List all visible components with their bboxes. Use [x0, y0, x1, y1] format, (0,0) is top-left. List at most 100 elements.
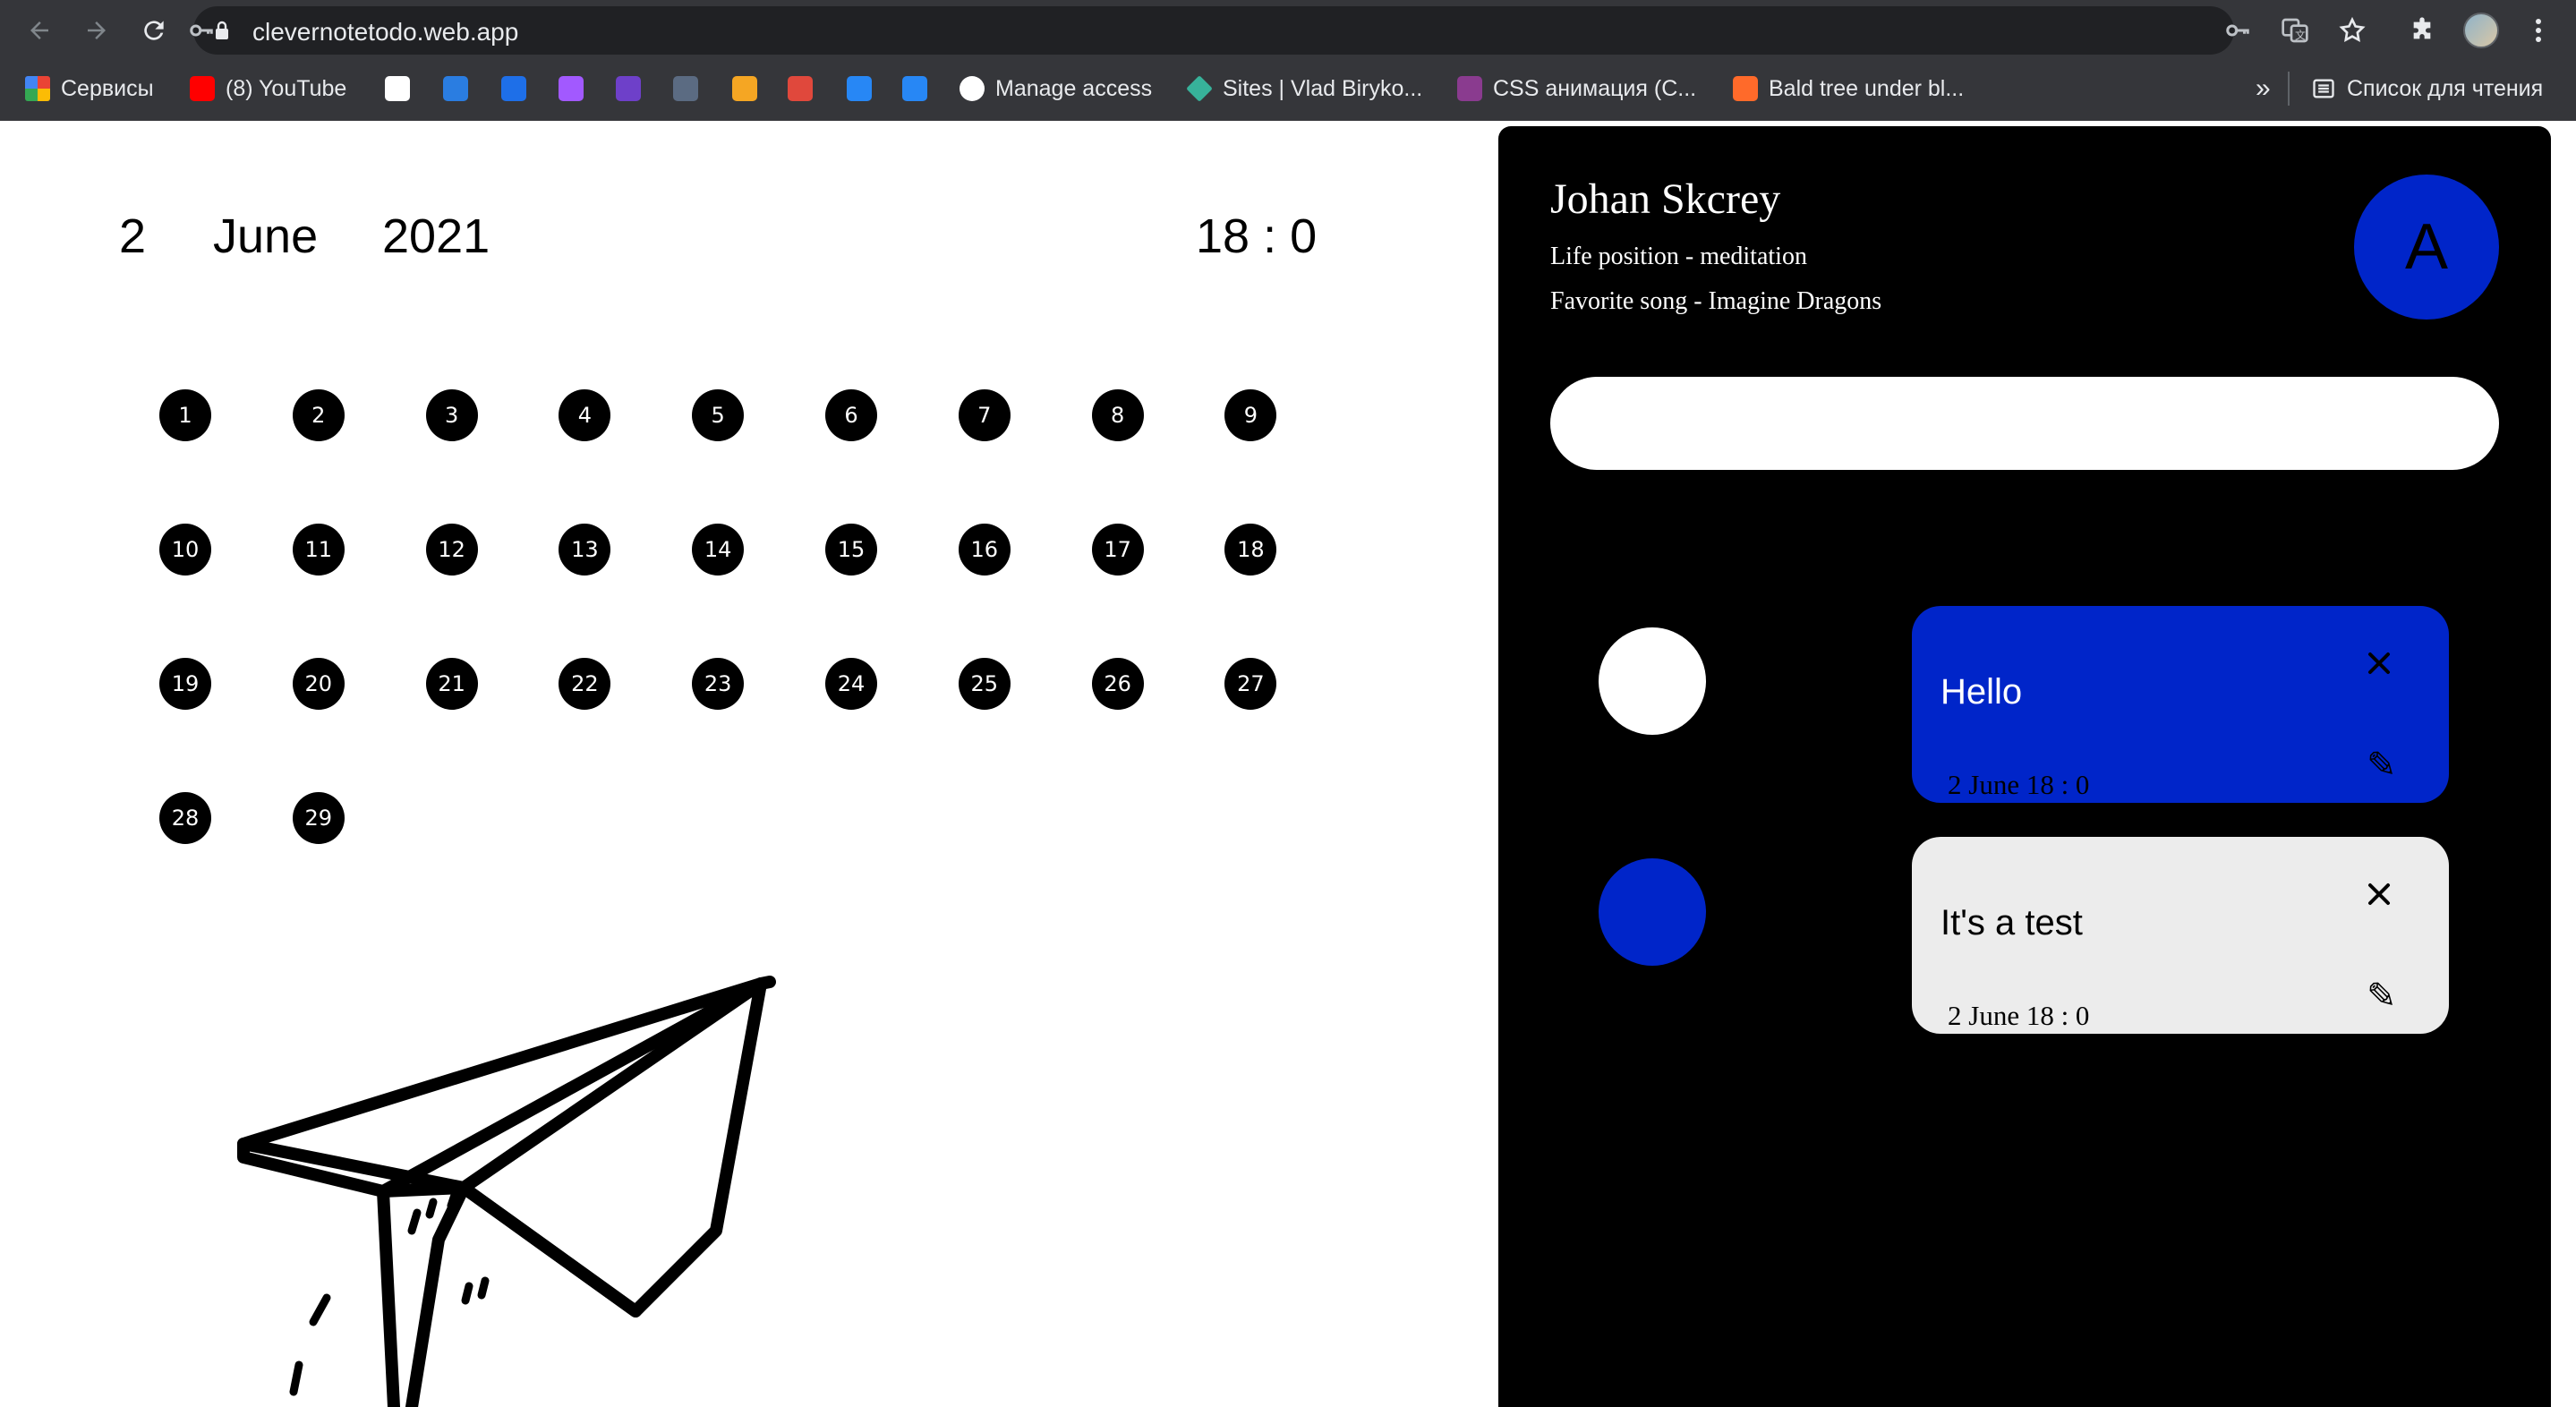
user-life-position: Life position - meditation	[1550, 243, 1807, 270]
bookmark-item[interactable]	[732, 73, 757, 104]
bookmark-label: CSS анимация (С...	[1493, 75, 1697, 101]
css-book-icon	[1457, 76, 1482, 101]
calendar-day[interactable]: 23	[692, 658, 745, 710]
calendar-day[interactable]: 20	[292, 658, 345, 710]
bookmark-label: Manage access	[995, 75, 1153, 101]
calendar-day[interactable]: 21	[425, 658, 478, 710]
bookmark-item[interactable]: Сервисы	[25, 73, 154, 104]
url-text[interactable]: clevernotetodo.web.app	[252, 18, 518, 47]
bookmarks-bar: Сервисы (8) YouTube Manage access Sites | V…	[0, 61, 2576, 116]
calendar-day[interactable]: 3	[425, 389, 478, 441]
sites-diamond-icon	[1186, 75, 1213, 102]
bookmark-label: (8) YouTube	[226, 75, 347, 101]
calendar-day[interactable]: 29	[292, 792, 345, 844]
calendar-day[interactable]: 7	[958, 389, 1011, 441]
back-arrow-icon[interactable]	[20, 11, 59, 50]
calendar-day[interactable]: 22	[559, 658, 611, 710]
calendar-day[interactable]: 10	[159, 524, 211, 576]
bookmarks-overflow-button[interactable]: »	[2256, 73, 2271, 104]
current-month: June	[213, 209, 319, 263]
reading-list-icon	[2313, 79, 2334, 98]
calendar-day[interactable]: 24	[825, 658, 877, 710]
reading-list-label: Список для чтения	[2347, 75, 2544, 101]
browser-toolbar: clevernotetodo.web.app 文	[0, 0, 2576, 61]
calendar-day[interactable]: 15	[825, 524, 877, 576]
flame-icon	[1733, 76, 1758, 101]
bookmark-star-icon[interactable]	[2333, 11, 2372, 50]
calendar-day[interactable]: 11	[292, 524, 345, 576]
user-name: Johan Skcrey	[1550, 175, 1781, 223]
pencil-edit-icon[interactable]: ✎	[2367, 978, 2397, 1014]
calendar-day[interactable]: 9	[1224, 389, 1277, 441]
calendar-day[interactable]: 19	[159, 658, 211, 710]
calendar-day[interactable]: 25	[958, 658, 1011, 710]
note-date: 2 June 18 : 0	[1948, 769, 2090, 800]
address-bar[interactable]: clevernotetodo.web.app	[190, 6, 2234, 55]
browser-chrome: clevernotetodo.web.app 文 Сервисы (8) YouT…	[0, 0, 2576, 121]
bookmark-item[interactable]: Manage access	[960, 73, 1152, 104]
overflow-label: »	[2256, 73, 2271, 103]
pencil-edit-icon[interactable]: ✎	[2367, 747, 2397, 783]
key-icon[interactable]	[186, 15, 217, 46]
calendar-day[interactable]: 14	[692, 524, 745, 576]
bookmark-item[interactable]: Bald tree under bl...	[1733, 73, 1964, 104]
note-status-dot[interactable]	[1599, 627, 1706, 735]
calendar-day[interactable]: 4	[559, 389, 611, 441]
current-day: 2	[119, 209, 147, 263]
close-icon[interactable]	[2361, 645, 2397, 681]
extensions-puzzle-icon[interactable]	[2402, 11, 2442, 50]
forward-arrow-icon[interactable]	[77, 11, 116, 50]
bookmark-item[interactable]	[616, 73, 641, 104]
calendar-day[interactable]: 2	[292, 389, 345, 441]
current-time: 18 : 0	[1196, 209, 1318, 263]
note-title: It's a test	[1941, 903, 2083, 942]
bookmark-item[interactable]	[385, 73, 410, 104]
blob-icon	[673, 76, 698, 101]
calendar-day[interactable]: 26	[1091, 658, 1144, 710]
calendar-day[interactable]: 13	[559, 524, 611, 576]
bookmark-item[interactable]	[847, 73, 872, 104]
bookmark-item[interactable]: (8) YouTube	[190, 73, 346, 104]
note-title: Hello	[1941, 672, 2023, 712]
bookmark-item[interactable]	[788, 73, 813, 104]
nsu-icon	[788, 76, 813, 101]
close-icon[interactable]	[2361, 876, 2397, 912]
calendar-day[interactable]: 16	[958, 524, 1011, 576]
profile-avatar-icon[interactable]	[2463, 13, 2499, 48]
puzzle-blue-icon	[501, 76, 526, 101]
figma-icon	[559, 76, 584, 101]
calendar-day[interactable]: 6	[825, 389, 877, 441]
wix-icon	[385, 76, 410, 101]
reading-list-button[interactable]: Список для чтения	[2311, 73, 2543, 104]
calendar-day[interactable]: 5	[692, 389, 745, 441]
current-year: 2021	[382, 209, 490, 263]
bookmark-item[interactable]	[673, 73, 698, 104]
bookmark-item[interactable]: Sites | Vlad Biryko...	[1186, 73, 1423, 104]
menu-kebab-icon[interactable]	[2519, 11, 2558, 50]
calendar-day[interactable]: 8	[1091, 389, 1144, 441]
user-favorite-song: Favorite song - Imagine Dragons	[1550, 287, 1882, 315]
bookmark-item[interactable]	[501, 73, 526, 104]
password-key-icon[interactable]	[2218, 11, 2257, 50]
translate-icon[interactable]: 文	[2275, 11, 2315, 50]
reload-icon[interactable]	[134, 11, 174, 50]
calendar-day[interactable]: 18	[1224, 524, 1277, 576]
bookmark-item[interactable]	[902, 73, 927, 104]
calendar-day[interactable]: 12	[425, 524, 478, 576]
note-card[interactable]: Hello ✎ 2 June 18 : 0	[1912, 606, 2449, 803]
bookmark-item[interactable]	[443, 73, 468, 104]
note-status-dot[interactable]	[1599, 858, 1706, 966]
bolt-icon	[732, 76, 757, 101]
calendar-day[interactable]: 1	[159, 389, 211, 441]
youtube-icon	[190, 76, 215, 101]
new-note-input[interactable]	[1550, 377, 2499, 470]
avatar[interactable]: A	[2354, 175, 2499, 320]
note-card[interactable]: It's a test ✎ 2 June 18 : 0	[1912, 837, 2449, 1034]
calendar-day[interactable]: 17	[1091, 524, 1144, 576]
bookmark-label: Sites | Vlad Biryko...	[1223, 75, 1423, 101]
calendar-day[interactable]: 27	[1224, 658, 1277, 710]
bookmark-item[interactable]	[559, 73, 584, 104]
bookmark-item[interactable]: CSS анимация (С...	[1457, 73, 1696, 104]
paper-plane-illustration	[237, 976, 776, 1407]
calendar-day[interactable]: 28	[159, 792, 211, 844]
